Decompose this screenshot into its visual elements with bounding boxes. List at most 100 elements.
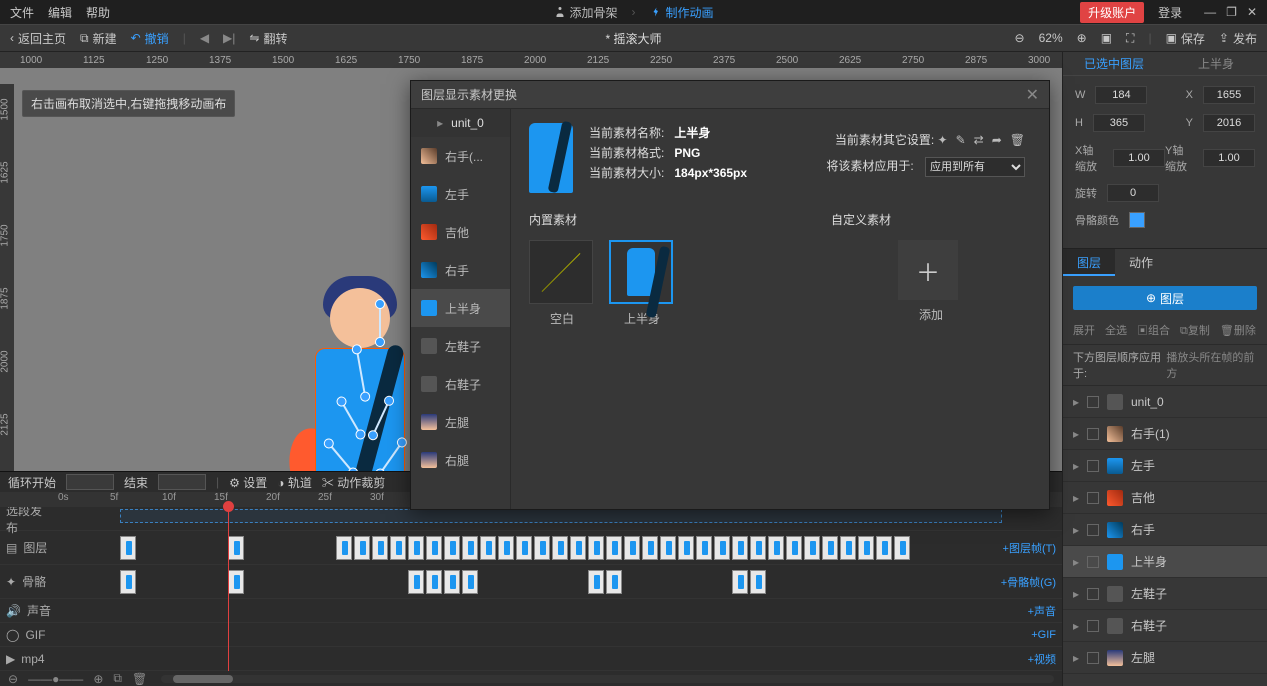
keyframe[interactable] bbox=[408, 536, 424, 560]
menu-edit[interactable]: 编辑 bbox=[48, 4, 72, 21]
back-button[interactable]: ‹ 返回主页 bbox=[10, 30, 66, 47]
keyframe[interactable] bbox=[696, 536, 712, 560]
save-button[interactable]: ▣ 保存 bbox=[1166, 30, 1205, 47]
selection-region[interactable] bbox=[120, 509, 1002, 523]
layer-row[interactable]: ▸左手 bbox=[1063, 450, 1267, 482]
keyframe[interactable] bbox=[480, 536, 496, 560]
tl-settings-button[interactable]: ⚙ 设置 bbox=[229, 474, 267, 491]
layer-visibility-checkbox[interactable] bbox=[1087, 620, 1099, 632]
maximize-icon[interactable]: ❐ bbox=[1226, 5, 1237, 19]
keyframe[interactable] bbox=[408, 570, 424, 594]
dialog-unit-header[interactable]: ▸unit_0 bbox=[411, 109, 510, 137]
keyframe[interactable] bbox=[876, 536, 892, 560]
keyframe[interactable] bbox=[426, 536, 442, 560]
layer-visibility-checkbox[interactable] bbox=[1087, 588, 1099, 600]
new-button[interactable]: ⧉ 新建 bbox=[80, 30, 117, 47]
playhead[interactable] bbox=[228, 507, 229, 671]
gif-track[interactable]: +GIF bbox=[58, 623, 1062, 647]
layer-row[interactable]: ▸左腿 bbox=[1063, 642, 1267, 674]
keyframe[interactable] bbox=[372, 536, 388, 560]
keyframe[interactable] bbox=[660, 536, 676, 560]
keyframe[interactable] bbox=[462, 570, 478, 594]
dialog-layer-row[interactable]: 左腿 bbox=[411, 403, 510, 441]
layer-visibility-checkbox[interactable] bbox=[1087, 460, 1099, 472]
dialog-layer-row[interactable]: 右手(... bbox=[411, 137, 510, 175]
apply-to-select[interactable]: 应用到所有 bbox=[925, 157, 1025, 177]
bone-track[interactable]: +骨骼帧(G) bbox=[58, 565, 1062, 599]
layer-visibility-checkbox[interactable] bbox=[1087, 396, 1099, 408]
dialog-layer-row[interactable]: 右鞋子 bbox=[411, 365, 510, 403]
layer-row[interactable]: ▸左鞋子 bbox=[1063, 578, 1267, 610]
zoom-out-icon[interactable]: ⊖ bbox=[1015, 31, 1025, 45]
layer-visibility-checkbox[interactable] bbox=[1087, 428, 1099, 440]
keyframe[interactable] bbox=[534, 536, 550, 560]
keyframe[interactable] bbox=[516, 536, 532, 560]
undo-button[interactable]: ↶ 撤销 bbox=[131, 30, 169, 47]
dialog-layer-row[interactable]: 左鞋子 bbox=[411, 327, 510, 365]
sound-track[interactable]: +声音 bbox=[58, 599, 1062, 623]
keyframe[interactable] bbox=[336, 536, 352, 560]
keyframe[interactable] bbox=[228, 536, 244, 560]
input-x[interactable] bbox=[1203, 86, 1255, 104]
zoom-in-icon[interactable]: ⊕ bbox=[1077, 31, 1087, 45]
tab-layer[interactable]: 图层 bbox=[1063, 249, 1115, 276]
add-layer-frame-button[interactable]: +图层帧(T) bbox=[1003, 540, 1056, 556]
export-icon[interactable]: ➦ bbox=[992, 127, 1002, 153]
group-button[interactable]: ▣组合 bbox=[1137, 322, 1170, 338]
layer-row[interactable]: ▸右手(1) bbox=[1063, 418, 1267, 450]
keyframe[interactable] bbox=[606, 570, 622, 594]
keyframe[interactable] bbox=[228, 570, 244, 594]
keyframe[interactable] bbox=[642, 536, 658, 560]
input-w[interactable] bbox=[1095, 86, 1147, 104]
keyframe[interactable] bbox=[822, 536, 838, 560]
rp-tab-selected[interactable]: 已选中图层 bbox=[1063, 52, 1165, 76]
add-video-button[interactable]: +视频 bbox=[1028, 651, 1056, 667]
add-bone-frame-button[interactable]: +骨骼帧(G) bbox=[1001, 574, 1056, 590]
minimize-icon[interactable]: — bbox=[1204, 5, 1216, 19]
copy-button[interactable]: ⧉复制 bbox=[1180, 322, 1210, 338]
keyframe[interactable] bbox=[804, 536, 820, 560]
scrollbar-thumb[interactable] bbox=[173, 675, 233, 683]
keyframe[interactable] bbox=[732, 570, 748, 594]
keyframe[interactable] bbox=[750, 570, 766, 594]
edit-icon[interactable]: ✎ bbox=[956, 127, 966, 153]
layer-row[interactable]: ▸右鞋子 bbox=[1063, 610, 1267, 642]
dialog-layer-row[interactable]: 左手 bbox=[411, 175, 510, 213]
builtin-item-body[interactable]: 上半身 bbox=[609, 240, 675, 327]
tl-zoom-out-icon[interactable]: ⊖ bbox=[8, 672, 18, 686]
layer-visibility-checkbox[interactable] bbox=[1087, 652, 1099, 664]
layer-visibility-checkbox[interactable] bbox=[1087, 524, 1099, 536]
keyframe[interactable] bbox=[606, 536, 622, 560]
layer-row[interactable]: ▸吉他 bbox=[1063, 482, 1267, 514]
tab-add-skeleton[interactable]: 添加骨架 bbox=[553, 4, 617, 21]
loop-end-input[interactable] bbox=[158, 474, 206, 490]
flip-button[interactable]: ⇋ 翻转 bbox=[249, 30, 287, 47]
tab-make-animation[interactable]: 制作动画 bbox=[650, 4, 714, 21]
select-all-button[interactable]: 全选 bbox=[1105, 322, 1127, 338]
rp-tab-upper[interactable]: 上半身 bbox=[1165, 52, 1267, 76]
keyframe[interactable] bbox=[588, 536, 604, 560]
input-sx[interactable] bbox=[1113, 149, 1165, 167]
keyframe[interactable] bbox=[120, 570, 136, 594]
paint-icon[interactable]: ✦ bbox=[938, 127, 948, 153]
add-gif-button[interactable]: +GIF bbox=[1031, 629, 1056, 641]
dialog-layer-row[interactable]: 上半身 bbox=[411, 289, 510, 327]
layer-track[interactable]: +图层帧(T) bbox=[58, 531, 1062, 565]
keyframe[interactable] bbox=[354, 536, 370, 560]
keyframe[interactable] bbox=[786, 536, 802, 560]
bone[interactable] bbox=[379, 303, 381, 343]
keyframe[interactable] bbox=[624, 536, 640, 560]
tl-zoom-slider[interactable]: ——●—— bbox=[28, 672, 83, 686]
keyframe[interactable] bbox=[462, 536, 478, 560]
keyframe[interactable] bbox=[894, 536, 910, 560]
fit-screen-icon[interactable]: ▣ bbox=[1101, 31, 1112, 45]
close-window-icon[interactable]: ✕ bbox=[1247, 5, 1257, 19]
timeline-scrollbar[interactable] bbox=[161, 675, 1054, 683]
tl-copy-icon[interactable]: ⧉ bbox=[113, 671, 122, 686]
menu-help[interactable]: 帮助 bbox=[86, 4, 110, 21]
input-h[interactable] bbox=[1093, 114, 1145, 132]
add-layer-button[interactable]: ⊕图层 bbox=[1073, 286, 1257, 310]
swap-icon[interactable]: ⇄ bbox=[974, 127, 984, 153]
add-sound-button[interactable]: +声音 bbox=[1028, 603, 1056, 619]
keyframe[interactable] bbox=[552, 536, 568, 560]
